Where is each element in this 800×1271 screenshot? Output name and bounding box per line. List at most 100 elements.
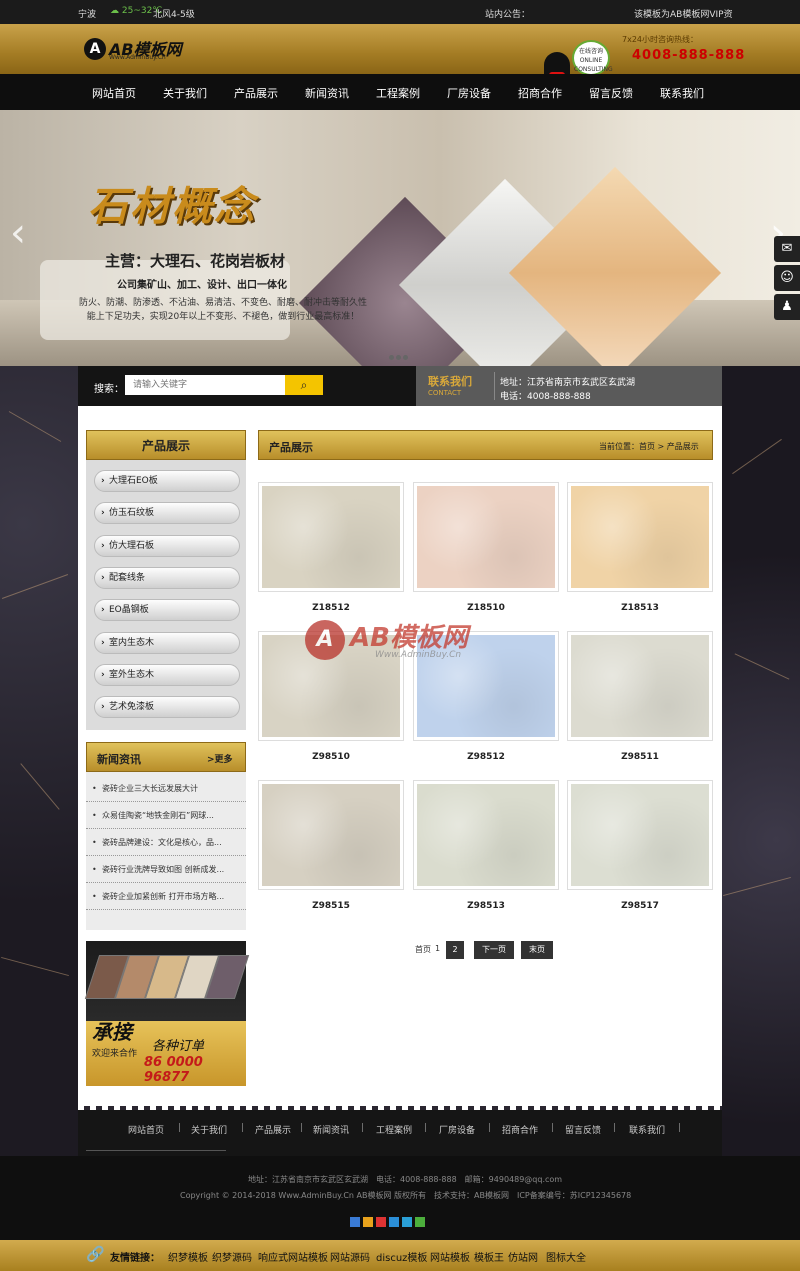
product-card[interactable] — [258, 780, 404, 890]
nav-cases[interactable]: 工程案例 — [376, 85, 420, 101]
banner-line1: 主营：大理石、花岗岩板材 — [105, 252, 286, 270]
nav-factory[interactable]: 厂房设备 — [447, 85, 491, 101]
notice-text[interactable]: 该模板为AB模板网VIP资 — [634, 7, 733, 20]
product-image[interactable] — [417, 486, 555, 588]
nav-about[interactable]: 关于我们 — [163, 85, 207, 101]
sidebar-item[interactable]: 艺术免漆板 — [94, 696, 240, 718]
footer-nav-item[interactable]: 留言反馈 — [565, 1123, 601, 1136]
sidebar-item[interactable]: 仿玉石纹板 — [94, 502, 240, 524]
product-card[interactable] — [413, 780, 559, 890]
friend-link[interactable]: 仿站网 — [508, 1249, 538, 1264]
product-name[interactable]: Z98512 — [413, 752, 559, 762]
search-label: 搜索： — [94, 384, 124, 395]
news-item[interactable]: 瓷砖行业洗牌导致如图 创新成发... — [86, 857, 246, 883]
product-name[interactable]: Z18513 — [567, 603, 713, 613]
product-name[interactable]: Z98517 — [567, 901, 713, 911]
product-name[interactable]: Z98515 — [258, 901, 404, 911]
footer-nav-item[interactable]: 关于我们 — [191, 1123, 227, 1136]
pager-page-2[interactable]: 2 — [446, 941, 464, 959]
product-image[interactable] — [571, 635, 709, 737]
nav-feedback[interactable]: 留言反馈 — [589, 85, 633, 101]
friend-links-bar: 🔗 友情链接： 织梦模板 织梦源码 响应式网站模板 网站源码 discuz模板 … — [0, 1240, 800, 1271]
share-weibo-icon[interactable] — [376, 1217, 386, 1227]
product-image[interactable] — [262, 784, 400, 886]
nav-contact[interactable]: 联系我们 — [660, 85, 704, 101]
product-name[interactable]: Z98511 — [567, 752, 713, 762]
prev-slide-icon[interactable]: ‹ — [10, 210, 26, 256]
news-item[interactable]: 众易佳陶瓷“地铁金刚石”网球... — [86, 803, 246, 829]
search-input[interactable] — [125, 375, 285, 395]
product-image[interactable] — [571, 486, 709, 588]
share-qzone-icon[interactable] — [363, 1217, 373, 1227]
product-card[interactable] — [567, 780, 713, 890]
news-item[interactable]: 瓷砖品牌建设：文化是核心，品... — [86, 830, 246, 856]
product-image[interactable] — [417, 784, 555, 886]
product-card[interactable] — [567, 482, 713, 592]
footer-nav-item[interactable]: 联系我们 — [629, 1123, 665, 1136]
share-wechat-icon[interactable] — [415, 1217, 425, 1227]
zigzag-edge — [78, 1100, 722, 1110]
pager-last[interactable]: 末页 — [521, 941, 553, 959]
pager-first[interactable]: 首页 — [415, 944, 431, 955]
pager-current: 1 — [435, 944, 441, 953]
footer-nav-item[interactable]: 厂房设备 — [439, 1123, 475, 1136]
nav-join[interactable]: 招商合作 — [518, 85, 562, 101]
header: A AB模板网 Www.AdminBuy.Cn 在线咨询 ONLINE CONS… — [0, 24, 800, 84]
footer-nav-item[interactable]: 工程案例 — [376, 1123, 412, 1136]
friend-link[interactable]: 织梦源码 — [212, 1249, 252, 1264]
friend-link[interactable]: 网站源码 — [330, 1249, 370, 1264]
hero-banner: 石材概念 主营：大理石、花岗岩板材 公司集矿山、加工、设计、出口一体化 防火、防… — [0, 110, 800, 366]
friend-link[interactable]: 模板王 — [474, 1249, 504, 1264]
nav-products[interactable]: 产品展示 — [234, 85, 278, 101]
footer-nav-item[interactable]: 网站首页 — [128, 1123, 164, 1136]
group-icon[interactable]: ☺ — [774, 265, 800, 291]
product-card[interactable] — [567, 631, 713, 741]
content-header: 产品展示 当前位置：首页 > 产品展示 — [258, 430, 713, 460]
friend-link[interactable]: 响应式网站模板 — [258, 1249, 328, 1264]
product-name[interactable]: Z98510 — [258, 752, 404, 762]
friend-link[interactable]: 织梦模板 — [168, 1249, 208, 1264]
nav-news[interactable]: 新闻资讯 — [305, 85, 349, 101]
share-plus-icon[interactable] — [350, 1217, 360, 1227]
news-item[interactable]: 瓷砖企业三大长远发展大计 — [86, 776, 246, 802]
sidebar-item[interactable]: 配套线条 — [94, 567, 240, 589]
friend-link[interactable]: discuz模板 — [376, 1249, 427, 1264]
sidebar-item[interactable]: 室外生态木 — [94, 664, 240, 686]
news-title: 新闻资讯 — [97, 753, 141, 766]
search-button[interactable]: ⌕ — [285, 375, 323, 395]
site-logo[interactable]: A AB模板网 Www.AdminBuy.Cn — [84, 36, 194, 62]
watermark: A AB模板网 Www.AdminBuy.Cn — [305, 612, 505, 672]
weather-text: 北风4-5级 — [153, 10, 195, 20]
nav-home[interactable]: 网站首页 — [92, 85, 136, 101]
wechat-icon[interactable]: ✉ — [774, 236, 800, 262]
friend-link[interactable]: 网站模板 — [430, 1249, 470, 1264]
breadcrumb[interactable]: 当前位置：首页 > 产品展示 — [599, 441, 699, 452]
product-image[interactable] — [262, 486, 400, 588]
city-text: 宁波 — [78, 10, 97, 20]
qq-icon[interactable]: ♟ — [774, 294, 800, 320]
friend-link[interactable]: 图标大全 — [546, 1249, 586, 1264]
sidebar-item[interactable]: EO晶钢板 — [94, 599, 240, 621]
slide-dots[interactable] — [388, 350, 409, 363]
footer-nav-item[interactable]: 新闻资讯 — [313, 1123, 349, 1136]
share-tweibo-icon[interactable] — [389, 1217, 399, 1227]
product-image[interactable] — [571, 784, 709, 886]
footer-nav-item[interactable]: 招商合作 — [502, 1123, 538, 1136]
sidebar-item[interactable]: 室内生态木 — [94, 632, 240, 654]
product-card[interactable] — [258, 482, 404, 592]
product-card[interactable] — [413, 482, 559, 592]
banner-title: 石材概念 — [88, 184, 256, 230]
ad-small-text: 各种订单 — [152, 1039, 205, 1054]
product-name[interactable]: Z98513 — [413, 901, 559, 911]
sidebar-item[interactable]: 大理石EO板 — [94, 470, 240, 492]
floating-share-bar: ✉ ☺ ♟ — [774, 236, 800, 322]
news-item[interactable]: 瓷砖企业加紧创新 打开市场方略... — [86, 884, 246, 910]
link-chain-icon: 🔗 — [86, 1245, 105, 1263]
order-ad-banner[interactable]: 承接 各种订单 欢迎来合作 86 0000 96877 — [84, 941, 250, 1086]
share-renren-icon[interactable] — [402, 1217, 412, 1227]
news-more-link[interactable]: >更多 — [207, 752, 233, 765]
pager-next[interactable]: 下一页 — [474, 941, 514, 959]
search-bar: 搜索： ⌕ — [78, 366, 416, 406]
sidebar-item[interactable]: 仿大理石板 — [94, 535, 240, 557]
footer-nav-item[interactable]: 产品展示 — [255, 1123, 291, 1136]
